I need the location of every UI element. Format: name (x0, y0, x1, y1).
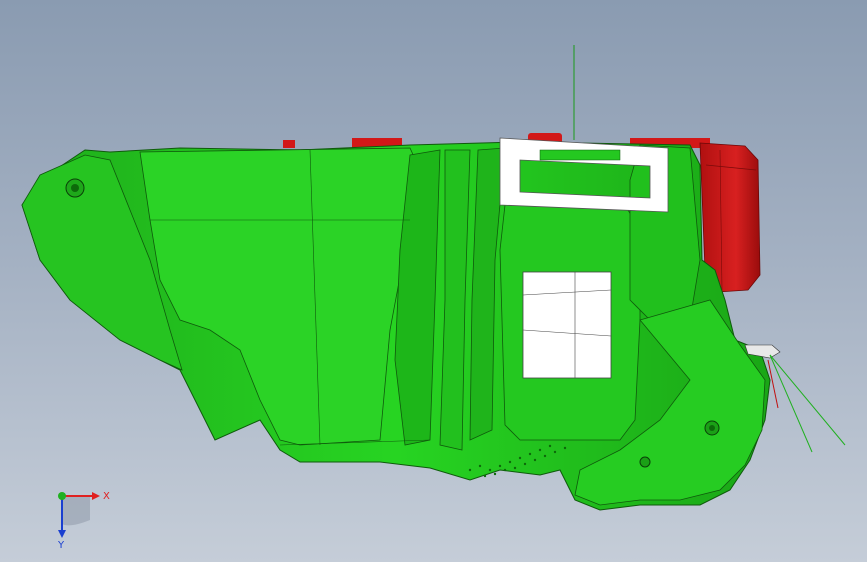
x-axis-label: X (103, 491, 110, 502)
white-panel-window (522, 271, 612, 379)
y-axis-label: Y (57, 540, 65, 548)
coordinate-triad: X Y (57, 491, 110, 548)
z-axis-origin-icon (58, 492, 66, 500)
y-axis-arrowhead (58, 530, 66, 538)
cad-3d-viewport[interactable] (0, 0, 867, 562)
x-axis-arrowhead (92, 492, 100, 500)
